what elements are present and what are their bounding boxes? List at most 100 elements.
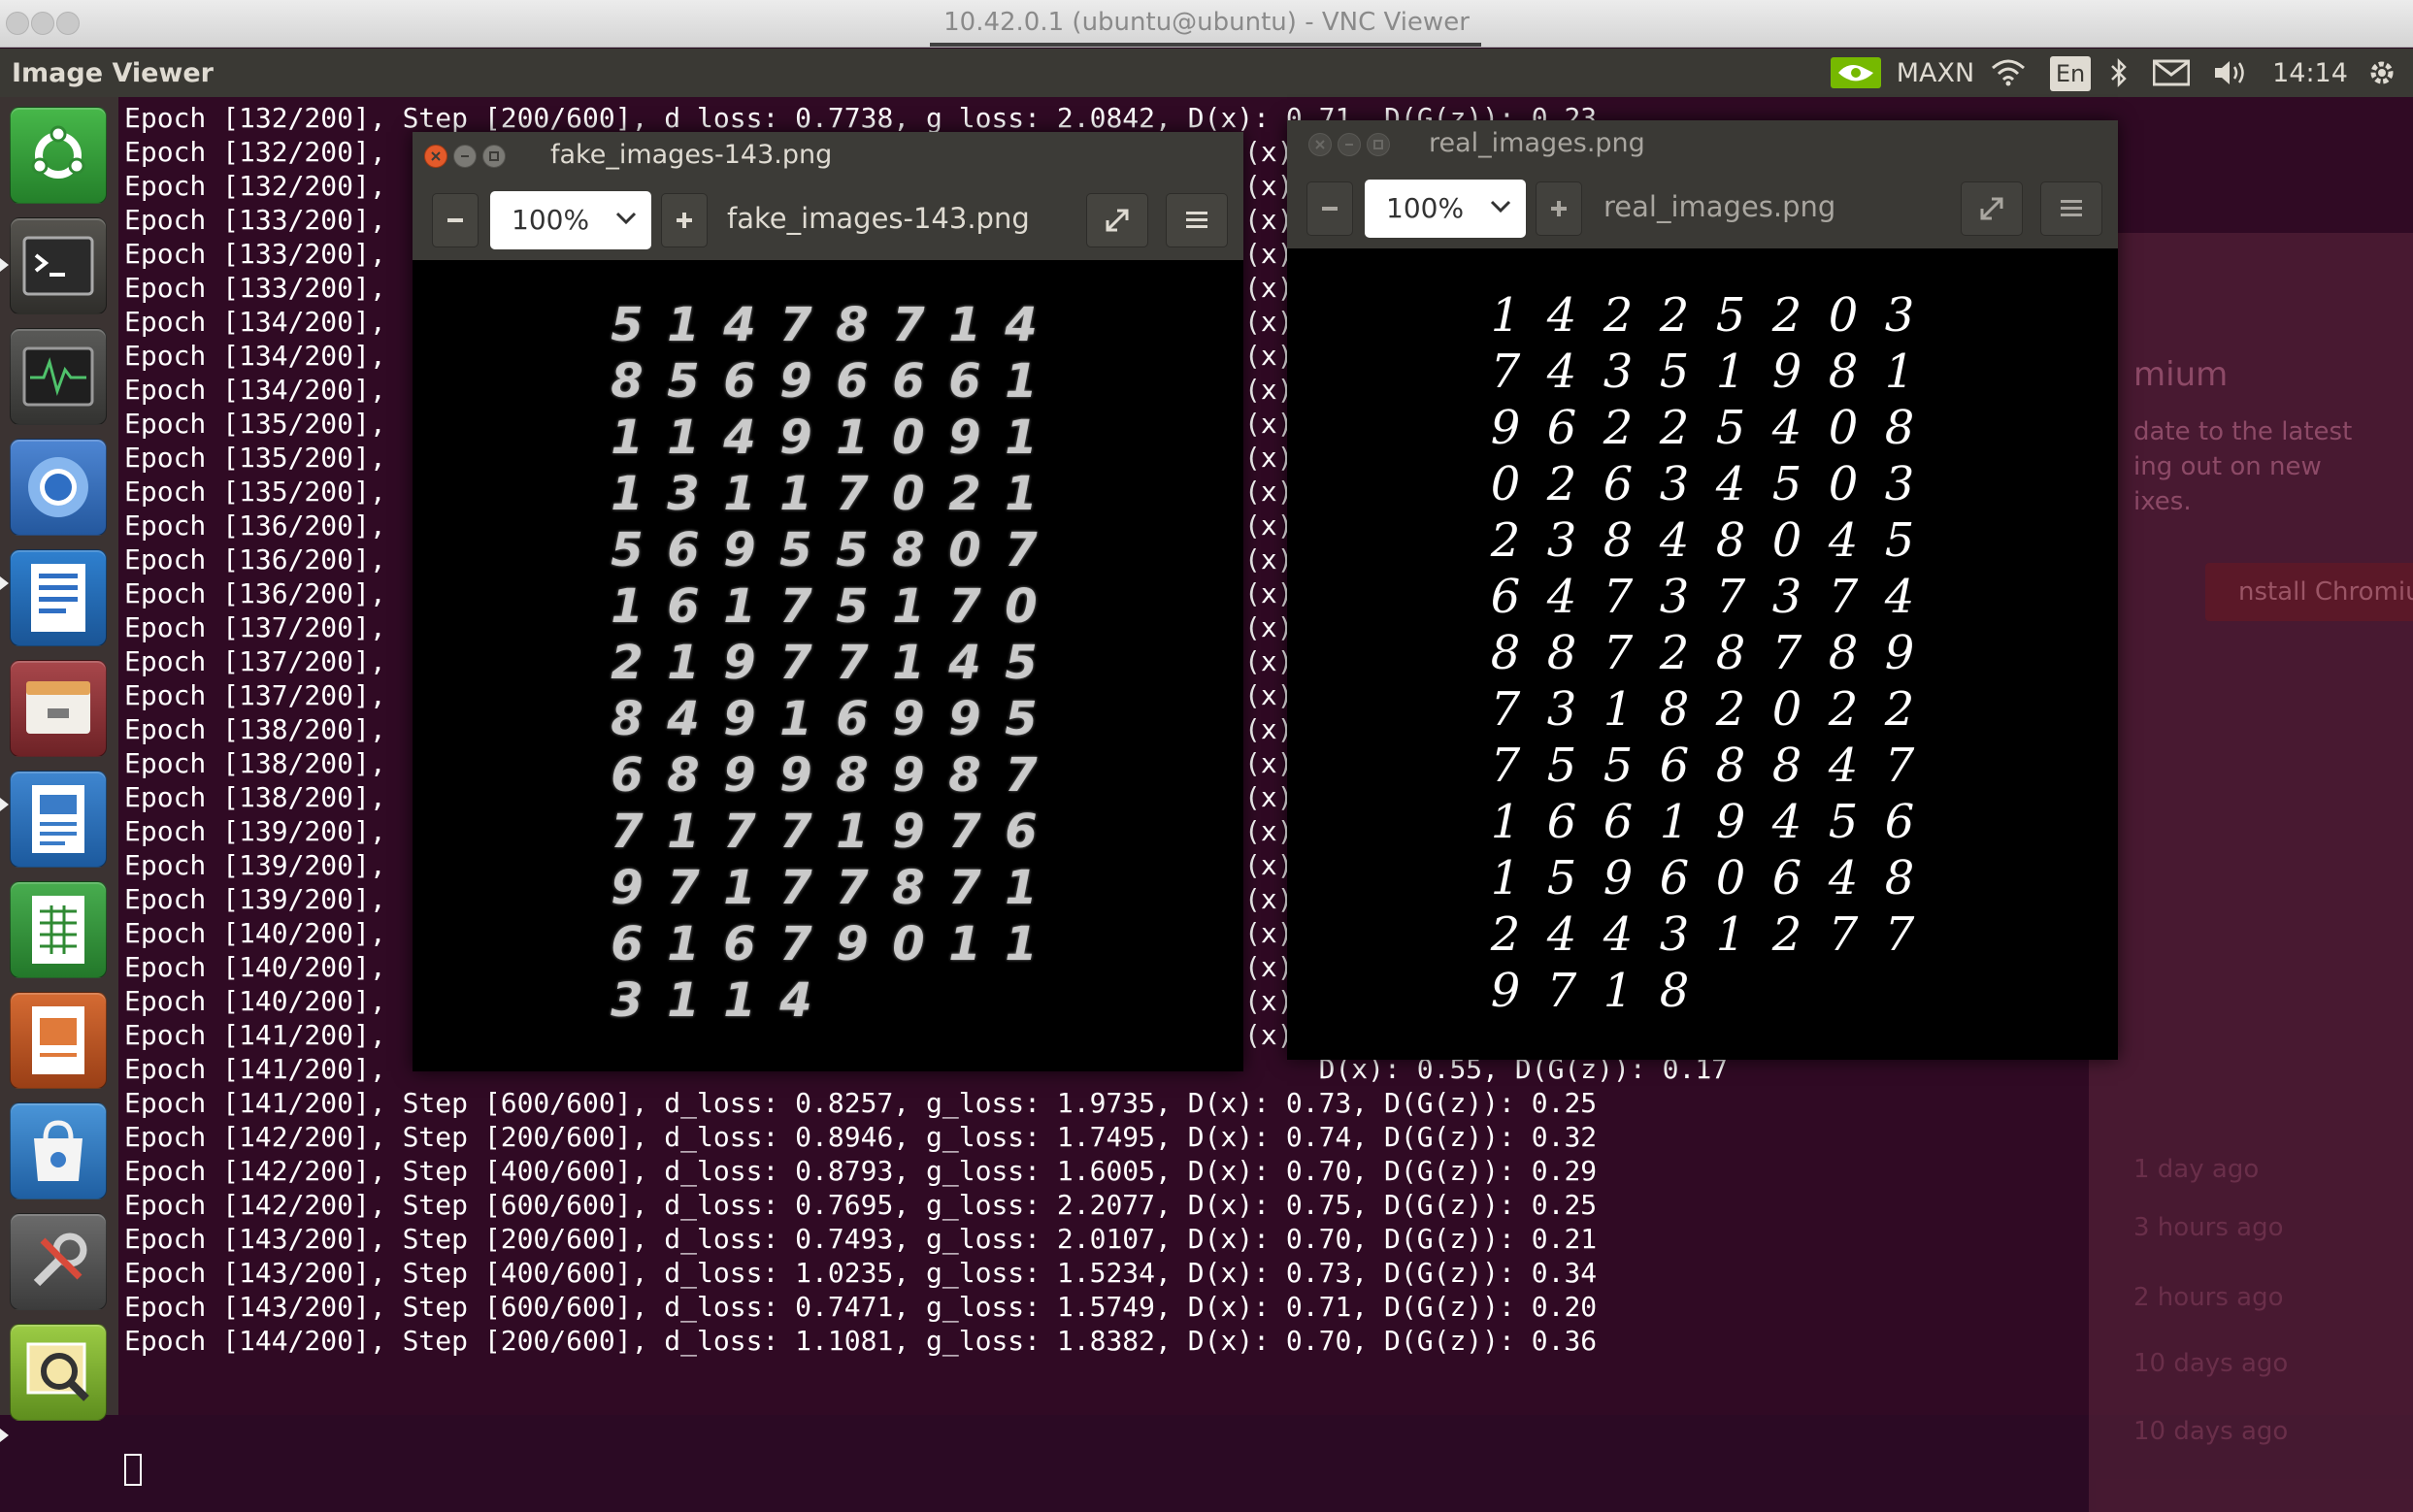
- launcher-item-software-center[interactable]: [10, 1102, 107, 1200]
- generated-digit: 4: [723, 411, 756, 465]
- minimize-button[interactable]: [453, 145, 477, 168]
- generated-digit: 1: [611, 411, 644, 465]
- nvidia-icon[interactable]: [1827, 54, 1885, 91]
- generated-digit: 9: [779, 354, 812, 409]
- terminal-fragment: (x): [1244, 611, 1294, 643]
- generated-digit: 0: [892, 411, 925, 465]
- generated-digit: 1: [892, 636, 925, 690]
- wifi-icon[interactable]: [1988, 54, 2029, 91]
- fake-images-window[interactable]: fake_images-143.png 100% fake_images-143…: [413, 132, 1243, 1071]
- launcher-item-system-monitor[interactable]: [10, 328, 107, 425]
- launcher-item-libreoffice-impress[interactable]: [10, 992, 107, 1089]
- generated-digit: 9: [723, 636, 756, 690]
- real-digit: 4: [1546, 345, 1577, 399]
- generated-digit: 0: [892, 467, 925, 521]
- top-panel: Image Viewer MAXN En 14:14: [0, 49, 2413, 97]
- terminal-fragment: (x): [1244, 136, 1294, 168]
- terminal-line: Epoch [142/200], Step [600/600], d_loss:…: [124, 1189, 1598, 1221]
- generated-digit: 6: [611, 748, 644, 803]
- terminal-fragment: (x): [1244, 543, 1294, 575]
- real-digit: 5: [1828, 795, 1859, 849]
- session-gear-icon[interactable]: [2363, 54, 2401, 91]
- launcher-item-image-viewer[interactable]: [10, 1324, 107, 1421]
- keyboard-layout-indicator[interactable]: En: [2050, 56, 2091, 91]
- bluetooth-icon[interactable]: [2104, 54, 2133, 91]
- generated-digit: 5: [611, 523, 644, 577]
- close-button[interactable]: [424, 145, 447, 168]
- generated-digit: 7: [779, 579, 812, 634]
- generated-digit: 1: [611, 579, 644, 634]
- generated-digit: 5: [836, 523, 869, 577]
- bg-title-fragment: mium: [2133, 355, 2229, 394]
- real-digit: 8: [1490, 626, 1521, 680]
- generated-digit: 9: [948, 411, 981, 465]
- zoom-in-button[interactable]: [661, 193, 708, 247]
- fullscreen-button[interactable]: [1086, 193, 1148, 247]
- volume-icon[interactable]: [2211, 54, 2254, 91]
- generated-digit: 8: [948, 748, 981, 803]
- menu-button[interactable]: [1166, 193, 1228, 247]
- launcher-item-ubuntu-dash[interactable]: [10, 107, 107, 204]
- image-viewer-icon: [26, 1342, 89, 1401]
- fullscreen-button[interactable]: [1961, 181, 2023, 236]
- launcher-item-terminal[interactable]: [10, 217, 107, 314]
- generated-digit: 1: [611, 467, 644, 521]
- chromium-icon: [28, 457, 88, 517]
- real-digit: 4: [1546, 907, 1577, 962]
- generated-digit: 7: [836, 467, 869, 521]
- background-update-notifier: mium date to the latest ing out on new i…: [2089, 233, 2413, 1512]
- launcher-item-libreoffice-writer[interactable]: [10, 771, 107, 868]
- generated-digit: 5: [836, 579, 869, 634]
- mail-icon[interactable]: [2151, 54, 2192, 91]
- maximize-button[interactable]: [1367, 133, 1390, 156]
- real-digit: 5: [1546, 739, 1577, 793]
- generated-digit: 9: [779, 411, 812, 465]
- real-window-titlebar[interactable]: real_images.png: [1287, 120, 2118, 169]
- writer-icon: [32, 785, 84, 853]
- zoom-out-button[interactable]: [432, 193, 479, 247]
- launcher-item-text-editor[interactable]: [10, 549, 107, 646]
- real-digit: 1: [1603, 682, 1634, 737]
- generated-digit: 1: [892, 579, 925, 634]
- generated-digit: 5: [667, 354, 700, 409]
- real-images-window[interactable]: real_images.png 100% real_images.png 142…: [1287, 120, 2118, 1060]
- generated-digit: 9: [836, 917, 869, 971]
- generated-digit: 4: [667, 692, 700, 746]
- zoom-select[interactable]: 100%: [490, 191, 651, 249]
- generated-digit: 8: [611, 692, 644, 746]
- close-icon: [431, 151, 441, 161]
- close-button[interactable]: [1308, 133, 1332, 156]
- real-digit: 0: [1828, 288, 1859, 343]
- generated-digit: 1: [723, 973, 756, 1028]
- terminal-fragment: (x): [1244, 340, 1294, 372]
- maximize-button[interactable]: [482, 145, 506, 168]
- launcher-item-libreoffice-calc[interactable]: [10, 881, 107, 978]
- plus-icon: [677, 213, 692, 228]
- minimize-button[interactable]: [1338, 133, 1361, 156]
- software-center-icon: [34, 1120, 83, 1181]
- zoom-in-button[interactable]: [1536, 181, 1582, 236]
- launcher-item-files[interactable]: [10, 660, 107, 757]
- launcher-item-system-settings[interactable]: [10, 1213, 107, 1310]
- real-digit: 4: [1828, 513, 1859, 568]
- bg-time: 1 day ago: [2133, 1155, 2260, 1184]
- generated-digit: 5: [779, 523, 812, 577]
- generated-digit-grid: 5147871485696661114910911311702156955807…: [599, 297, 1049, 1029]
- generated-digit: 6: [836, 692, 869, 746]
- terminal-fragment: (x): [1244, 272, 1294, 304]
- real-digit: 9: [1715, 795, 1746, 849]
- real-digit: 4: [1603, 907, 1634, 962]
- generated-digit: 9: [723, 523, 756, 577]
- power-mode-indicator[interactable]: MAXN: [1895, 54, 1976, 91]
- fake-window-titlebar[interactable]: fake_images-143.png: [413, 132, 1243, 181]
- generated-digit: 8: [836, 748, 869, 803]
- launcher-item-chromium[interactable]: [10, 439, 107, 536]
- chevron-down-icon: [615, 212, 637, 225]
- menu-button[interactable]: [2040, 181, 2102, 236]
- generated-digit: 6: [836, 354, 869, 409]
- zoom-out-button[interactable]: [1306, 181, 1353, 236]
- clock[interactable]: 14:14: [2269, 54, 2351, 91]
- terminal-line: Epoch [143/200], Step [200/600], d_loss:…: [124, 1223, 1598, 1255]
- generated-digit: 9: [948, 692, 981, 746]
- zoom-select[interactable]: 100%: [1365, 180, 1526, 238]
